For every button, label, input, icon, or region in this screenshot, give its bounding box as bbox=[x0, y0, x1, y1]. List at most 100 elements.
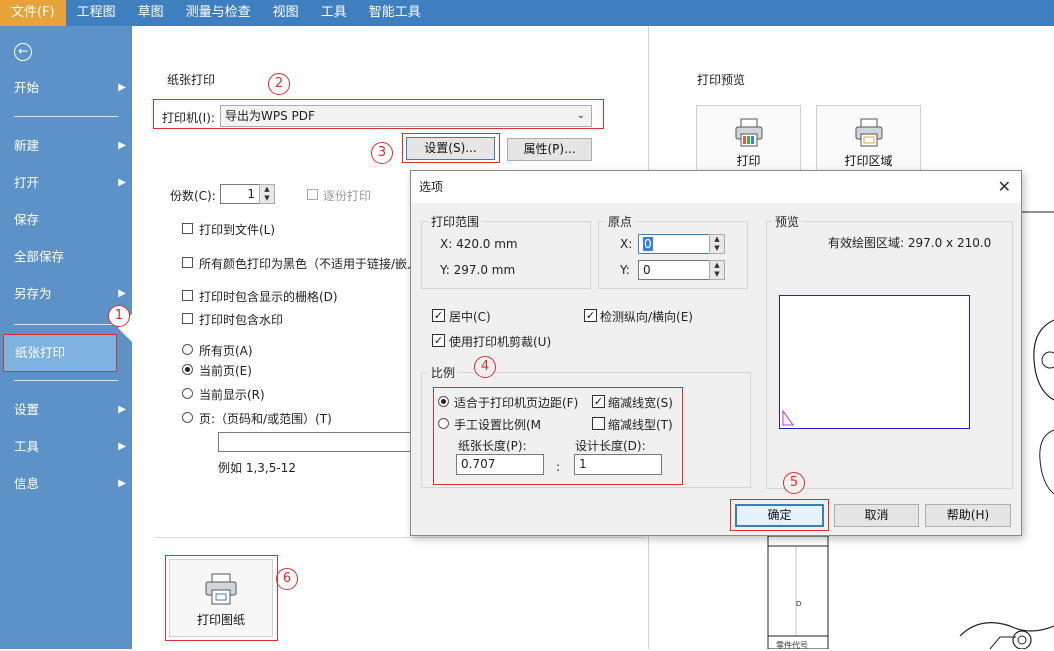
range-pages-label: 页:（页码和/或范围）(T) bbox=[199, 412, 332, 426]
preview-print-button[interactable]: 打印 bbox=[696, 105, 801, 175]
dialog-titlebar: 选项 ✕ bbox=[411, 171, 1021, 203]
sidebar-item-save[interactable]: 保存 bbox=[0, 204, 132, 236]
sidebar-item-open[interactable]: 打开 ▶ bbox=[0, 167, 132, 199]
include-watermark-label: 打印时包含水印 bbox=[199, 313, 284, 327]
spin-down-icon[interactable]: ▼ bbox=[710, 270, 724, 279]
spin-down-icon[interactable]: ▼ bbox=[710, 244, 724, 253]
origin-title: 原点 bbox=[605, 213, 636, 230]
print-to-file-label: 打印到文件(L) bbox=[199, 223, 276, 237]
sidebar-item-new[interactable]: 新建 ▶ bbox=[0, 130, 132, 162]
manual-scale-label: 手工设置比例(M bbox=[454, 418, 542, 432]
menu-file[interactable]: 文件(F) bbox=[0, 0, 66, 26]
detect-orientation-checkbox[interactable]: ✓ bbox=[584, 309, 597, 322]
menu-measure[interactable]: 测量与检查 bbox=[175, 0, 262, 26]
arrow-right-icon: ▶ bbox=[118, 404, 126, 415]
drawing-text-d: D bbox=[796, 600, 802, 608]
scale-title: 比例 bbox=[428, 364, 459, 381]
scale-colon: : bbox=[556, 460, 561, 474]
sidebar-item-save-as[interactable]: 另存为 ▶ bbox=[0, 278, 132, 310]
spin-up-icon[interactable]: ▲ bbox=[710, 261, 724, 270]
preview-page bbox=[779, 295, 970, 429]
sidebar-item-info[interactable]: 信息 ▶ bbox=[0, 468, 132, 500]
spin-down-icon[interactable]: ▼ bbox=[260, 194, 274, 203]
print-range-y: Y: 297.0 mm bbox=[440, 263, 516, 277]
print-panel-title: 纸张打印 bbox=[167, 73, 216, 87]
ok-button[interactable]: 确定 bbox=[735, 504, 824, 527]
origin-y-input[interactable]: 0 bbox=[638, 260, 710, 280]
printer-clip-checkbox[interactable]: ✓ bbox=[432, 334, 445, 347]
center-checkbox[interactable]: ✓ bbox=[432, 309, 445, 322]
print-range-x: X: 420.0 mm bbox=[440, 237, 518, 251]
design-length-input[interactable]: 1 bbox=[574, 454, 662, 475]
paper-length-label: 纸张长度(P): bbox=[458, 439, 527, 453]
origin-x-input[interactable]: 0 bbox=[638, 234, 710, 254]
print-range-group bbox=[421, 221, 591, 289]
sidebar-item-settings[interactable]: 设置 ▶ bbox=[0, 394, 132, 426]
dialog-title: 选项 bbox=[419, 180, 444, 194]
menu-tools[interactable]: 工具 bbox=[310, 0, 358, 26]
origin-y-spinner[interactable]: ▲ ▼ bbox=[709, 260, 725, 280]
preview-title: 预览 bbox=[772, 213, 803, 230]
sidebar-item-label: 全部保存 bbox=[14, 249, 65, 264]
print-to-file-checkbox[interactable] bbox=[182, 223, 193, 234]
range-display-radio[interactable] bbox=[182, 388, 193, 399]
manual-scale-radio[interactable] bbox=[438, 418, 449, 429]
scale-line-width-checkbox[interactable]: ✓ bbox=[592, 395, 605, 408]
back-icon[interactable]: ← bbox=[14, 43, 32, 61]
collate-label: 逐份打印 bbox=[323, 189, 372, 203]
all-black-label: 所有颜色打印为黑色（不适用于链接/嵌入 bbox=[199, 257, 420, 271]
range-all-radio[interactable] bbox=[182, 344, 193, 355]
menu-sketch[interactable]: 草图 bbox=[127, 0, 175, 26]
copies-label: 份数(C): bbox=[170, 189, 216, 203]
drawing-text-part: 零件代号 bbox=[776, 641, 808, 650]
printer-select[interactable]: 导出为WPS PDF ⌄ bbox=[220, 105, 592, 127]
collate-checkbox[interactable] bbox=[307, 189, 318, 200]
printer-label: 打印机(I): bbox=[162, 111, 215, 125]
pages-input[interactable] bbox=[218, 432, 418, 452]
print-drawing-button[interactable]: 打印图纸 bbox=[169, 559, 273, 637]
setup-button[interactable]: 设置(S)... bbox=[406, 137, 495, 160]
menu-view[interactable]: 视图 bbox=[262, 0, 310, 26]
cancel-button[interactable]: 取消 bbox=[834, 504, 919, 527]
annotation-6: 6 bbox=[276, 568, 298, 590]
arrow-right-icon: ▶ bbox=[118, 140, 126, 151]
print-area-button[interactable]: 打印区域 bbox=[816, 105, 921, 175]
origin-x-spinner[interactable]: ▲ ▼ bbox=[709, 234, 725, 254]
copies-input[interactable]: 1 bbox=[220, 184, 260, 204]
menu-smart-tools[interactable]: 智能工具 bbox=[358, 0, 432, 26]
arrow-right-icon: ▶ bbox=[118, 478, 126, 489]
include-watermark-checkbox[interactable] bbox=[182, 313, 193, 324]
fit-margins-radio[interactable] bbox=[438, 396, 449, 407]
menu-drawing[interactable]: 工程图 bbox=[66, 0, 127, 26]
effective-area: 有效绘图区域: 297.0 x 210.0 bbox=[828, 236, 992, 250]
arrow-right-icon: ▶ bbox=[118, 177, 126, 188]
scale-line-type-label: 缩减线型(T) bbox=[608, 418, 673, 432]
sidebar-item-label: 设置 bbox=[14, 402, 40, 417]
help-button[interactable]: 帮助(H) bbox=[925, 504, 1011, 527]
sidebar-item-save-all[interactable]: 全部保存 bbox=[0, 241, 132, 273]
preview-panel-title: 打印预览 bbox=[697, 73, 746, 87]
paper-length-input[interactable]: 0.707 bbox=[456, 454, 544, 475]
drawing-preview bbox=[767, 536, 1054, 649]
sidebar-item-label: 另存为 bbox=[14, 286, 52, 301]
print-area-label: 打印区域 bbox=[844, 154, 893, 168]
sidebar-item-paper-print[interactable]: 纸张打印 bbox=[3, 334, 117, 372]
preview-print-label: 打印 bbox=[736, 154, 761, 168]
include-grid-checkbox[interactable] bbox=[182, 290, 193, 301]
scale-line-type-checkbox[interactable] bbox=[592, 417, 605, 430]
sidebar-item-label: 开始 bbox=[14, 80, 40, 95]
sidebar-item-start[interactable]: 开始 ▶ bbox=[0, 72, 132, 104]
properties-button[interactable]: 属性(P)... bbox=[507, 138, 592, 161]
sidebar-item-tools[interactable]: 工具 ▶ bbox=[0, 431, 132, 463]
printer-clip-label: 使用打印机剪裁(U) bbox=[449, 335, 552, 349]
detect-orientation-label: 检测纵向/横向(E) bbox=[600, 310, 693, 324]
all-black-checkbox[interactable] bbox=[182, 257, 193, 268]
spin-up-icon[interactable]: ▲ bbox=[710, 235, 724, 244]
sidebar-item-label: 新建 bbox=[14, 138, 40, 153]
copies-spinner[interactable]: ▲ ▼ bbox=[259, 184, 275, 204]
range-current-radio[interactable] bbox=[182, 364, 193, 375]
range-pages-radio[interactable] bbox=[182, 412, 193, 423]
spin-up-icon[interactable]: ▲ bbox=[260, 185, 274, 194]
sidebar-item-label: 纸张打印 bbox=[15, 345, 66, 360]
close-icon[interactable]: ✕ bbox=[998, 171, 1011, 203]
